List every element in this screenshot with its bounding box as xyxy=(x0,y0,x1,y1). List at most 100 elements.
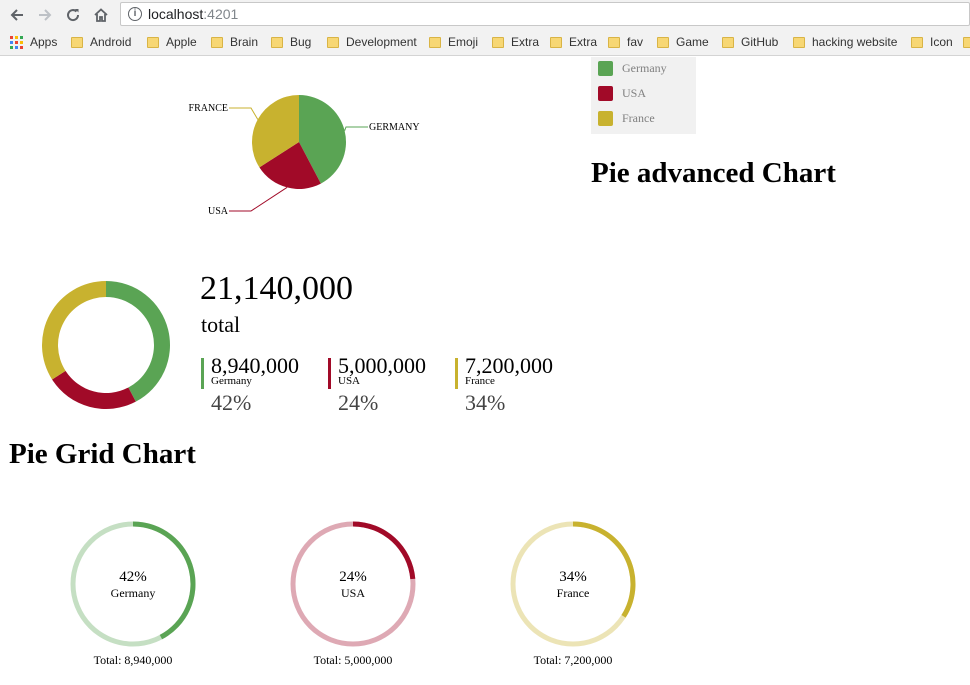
pie-grid-percent: 24% xyxy=(339,569,367,585)
legend-item-france[interactable]: France xyxy=(598,110,655,126)
legend-swatch xyxy=(598,110,613,126)
pie-grid-cell-france: 34% France Total: 7,200,000 xyxy=(508,519,648,669)
folder-icon xyxy=(608,36,620,48)
advanced-item-value: 8,940,000 xyxy=(211,353,299,378)
pie-grid-name: France xyxy=(556,586,590,600)
bookmark-label: Development xyxy=(346,35,417,49)
chart-legend: Germany USA France xyxy=(591,57,696,134)
legend-item-germany[interactable]: Germany xyxy=(598,60,667,76)
advanced-item-value: 7,200,000 xyxy=(465,353,553,378)
info-icon[interactable]: i xyxy=(128,7,142,21)
bookmark-folder[interactable]: GitHub xyxy=(722,34,778,50)
bookmark-folder[interactable]: Apple xyxy=(147,34,197,50)
folder-icon xyxy=(722,36,734,48)
bookmark-label: Brain xyxy=(230,35,259,49)
folder-icon xyxy=(963,36,970,48)
legend-swatch xyxy=(598,60,613,76)
bookmarks-bar: Apps Android Apple Brain Bug Development… xyxy=(0,29,970,56)
advanced-item-label: Germany xyxy=(211,375,252,387)
folder-icon xyxy=(657,36,669,48)
advanced-arc-usa[interactable] xyxy=(52,370,136,409)
legend-swatch xyxy=(598,85,613,101)
legend-label: France xyxy=(622,110,655,125)
folder-icon xyxy=(429,36,441,48)
folder-icon xyxy=(71,36,83,48)
grid-chart-title: Pie Grid Chart xyxy=(9,438,196,470)
bookmark-folder[interactable]: Game xyxy=(657,34,709,50)
bookmark-folder[interactable]: fav xyxy=(608,34,643,50)
pie-grid-percent: 42% xyxy=(119,569,147,585)
back-icon[interactable] xyxy=(6,4,28,26)
bookmark-folder[interactable]: Extra xyxy=(492,34,539,50)
pie-label-line xyxy=(344,126,368,131)
bookmark-label: Game xyxy=(676,35,709,49)
bookmark-label: Emoji xyxy=(448,35,479,49)
reload-icon[interactable] xyxy=(62,4,84,26)
bookmark-label: Apps xyxy=(30,35,58,49)
browser-toolbar: i localhost:4201 xyxy=(0,0,970,29)
bookmark-folder[interactable] xyxy=(963,34,970,50)
pie-chart: GERMANY USA FRANCE xyxy=(189,95,420,217)
url-host: localhost xyxy=(148,6,204,22)
pie-grid-total: Total: 7,200,000 xyxy=(533,653,613,667)
bookmark-folder[interactable]: Brain xyxy=(211,34,258,50)
legend-label: Germany xyxy=(622,60,667,75)
pie-grid-total: Total: 8,940,000 xyxy=(93,653,173,667)
pie-grid-cell-germany: 42% Germany Total: 8,940,000 xyxy=(68,519,208,669)
legend-label: USA xyxy=(622,85,647,100)
advanced-total-value: 21,140,000 xyxy=(200,270,353,307)
folder-icon xyxy=(271,36,283,48)
bookmark-label: GitHub xyxy=(741,35,779,49)
folder-icon xyxy=(147,36,159,48)
page-content: GERMANY USA FRANCE Germany USA France Pie … xyxy=(0,57,970,685)
advanced-arc-germany[interactable] xyxy=(106,281,170,402)
bookmark-label: hacking website xyxy=(812,35,898,49)
pie-label-line xyxy=(229,107,259,120)
bookmark-folder[interactable]: hacking website xyxy=(793,34,897,50)
advanced-item-value: 5,000,000 xyxy=(338,353,426,378)
bookmark-label: fav xyxy=(627,35,644,49)
pie-grid-total: Total: 5,000,000 xyxy=(313,653,393,667)
folder-icon xyxy=(550,36,562,48)
bookmark-folder[interactable]: Bug xyxy=(271,34,311,50)
bookmark-apps[interactable]: Apps xyxy=(10,34,57,50)
advanced-arc-france[interactable] xyxy=(42,281,106,380)
bookmark-folder[interactable]: Extra xyxy=(550,34,597,50)
address-bar[interactable]: i localhost:4201 xyxy=(120,2,970,26)
folder-icon xyxy=(492,36,504,48)
home-icon[interactable] xyxy=(90,4,112,26)
forward-icon[interactable] xyxy=(34,4,56,26)
apps-grid-icon xyxy=(10,35,23,49)
bookmark-label: Apple xyxy=(166,35,197,49)
bookmark-label: Icon xyxy=(930,35,953,49)
pie-grid-cell-usa: 24% USA Total: 5,000,000 xyxy=(288,519,428,669)
pie-grid-percent: 34% xyxy=(559,569,587,585)
advanced-item-bar xyxy=(328,358,331,389)
pie-label-france: FRANCE xyxy=(189,103,228,114)
bookmark-folder[interactable]: Android xyxy=(71,34,131,50)
advanced-item-bar xyxy=(201,358,204,389)
folder-icon xyxy=(911,36,923,48)
bookmark-label: Bug xyxy=(290,35,312,49)
bookmark-folder[interactable]: Icon xyxy=(911,34,953,50)
pie-label-germany: GERMANY xyxy=(369,122,420,133)
bookmark-label: Extra xyxy=(511,35,540,49)
advanced-item-percent: 24% xyxy=(338,390,379,415)
advanced-item-percent: 42% xyxy=(211,390,252,415)
advanced-item-label: USA xyxy=(338,375,361,387)
bookmark-folder[interactable]: Development xyxy=(327,34,417,50)
advanced-item-bar xyxy=(455,358,458,389)
pie-label-usa: USA xyxy=(208,206,229,217)
folder-icon xyxy=(211,36,223,48)
bookmark-label: Android xyxy=(90,35,132,49)
advanced-total-label: total xyxy=(201,312,241,337)
advanced-item-label: France xyxy=(465,375,495,387)
advanced-item-percent: 34% xyxy=(465,390,506,415)
url-port: :4201 xyxy=(203,6,239,22)
advanced-donut-chart xyxy=(42,281,170,409)
folder-icon xyxy=(327,36,339,48)
legend-item-usa[interactable]: USA xyxy=(598,85,646,101)
pie-grid-name: USA xyxy=(340,586,365,600)
bookmark-folder[interactable]: Emoji xyxy=(429,34,478,50)
bookmark-label: Extra xyxy=(569,35,598,49)
